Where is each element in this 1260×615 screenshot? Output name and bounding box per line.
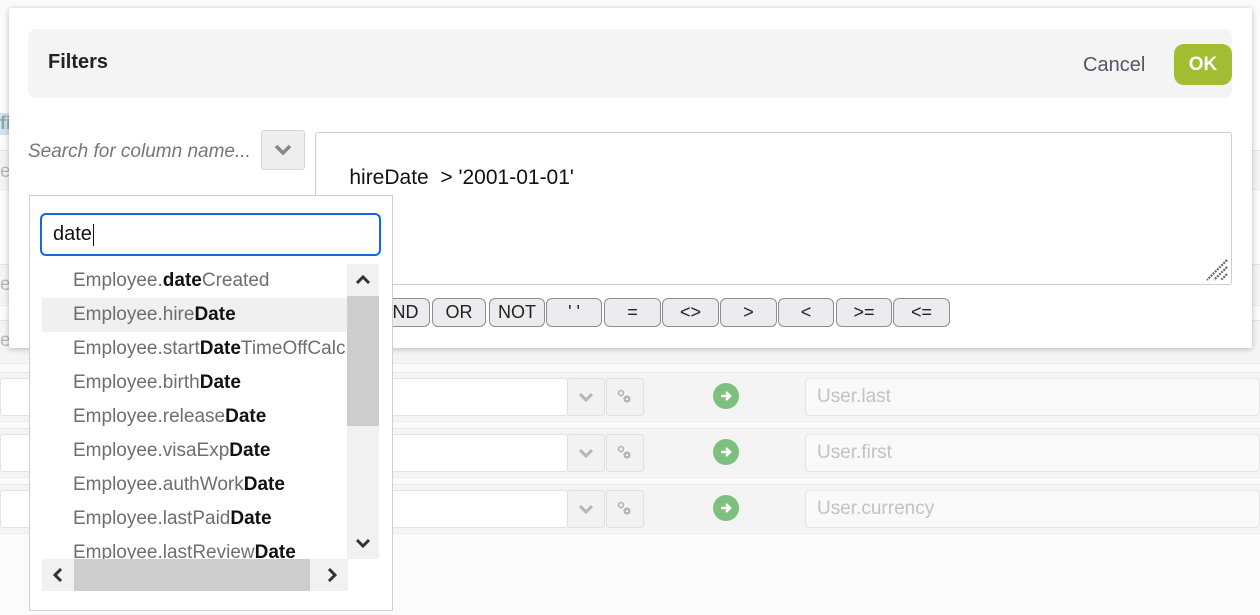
map-arrow-icon (713, 439, 739, 465)
target-field[interactable]: User.last (805, 378, 1260, 416)
item-prefix: Employee.birth (73, 372, 200, 393)
item-prefix: Employee.start (73, 338, 200, 359)
item-prefix: Employee.visaExp (73, 440, 230, 461)
operator-greater-button[interactable]: > (720, 298, 777, 327)
operator-not-equals-button[interactable]: <> (662, 298, 719, 327)
column-search-dropdown: date Employee.dateCreated Employee.hireDa… (29, 195, 393, 611)
column-search-input[interactable]: date (40, 213, 381, 256)
operator-or-button[interactable]: OR (432, 298, 486, 327)
item-prefix: Employee. (73, 270, 163, 291)
column-search-placeholder[interactable]: Search for column name... (28, 141, 251, 163)
column-result-item[interactable]: Employee.visaExpDate (42, 434, 348, 468)
scroll-left-button[interactable] (42, 559, 74, 591)
item-match-highlight: Date (199, 372, 241, 393)
chevron-up-icon (355, 275, 371, 285)
item-match-highlight: Date (225, 406, 267, 427)
gears-icon (617, 389, 631, 403)
target-field[interactable]: User.currency (805, 490, 1260, 528)
filter-expression-text: hireDate > '2001-01-01' (349, 166, 574, 189)
column-result-item[interactable]: Employee.lastPaidDate (42, 502, 348, 536)
operator-greater-equal-button[interactable]: >= (836, 298, 892, 327)
item-match-highlight: Date (254, 542, 296, 560)
gears-icon (617, 445, 631, 459)
operator-less-equal-button[interactable]: <= (893, 298, 950, 327)
chevron-down-icon (578, 448, 594, 458)
scroll-down-button[interactable] (347, 527, 379, 559)
item-suffix: Created (201, 270, 270, 291)
vertical-scrollbar[interactable] (347, 264, 379, 559)
operator-quotes-button[interactable]: ' ' (546, 298, 602, 327)
column-result-item[interactable]: Employee.birthDate (42, 366, 348, 400)
source-dropdown-button[interactable] (567, 378, 605, 416)
column-search-toggle[interactable] (261, 130, 305, 170)
map-arrow-icon (713, 383, 739, 409)
settings-button[interactable] (606, 434, 644, 472)
item-prefix: Employee.authWork (73, 474, 244, 495)
column-result-item[interactable]: Employee.hireDate (42, 298, 348, 332)
target-field[interactable]: User.first (805, 434, 1260, 472)
item-prefix: Employee.release (73, 406, 226, 427)
resize-handle-icon[interactable] (1203, 256, 1229, 282)
chevron-left-icon (53, 567, 63, 583)
item-match-highlight: date (162, 270, 202, 291)
dialog-header: Filters Cancel OK (28, 29, 1232, 98)
column-search-query: date (53, 223, 92, 245)
operator-equals-button[interactable]: = (604, 298, 661, 327)
scroll-up-button[interactable] (347, 264, 379, 296)
item-match-highlight: Date (194, 304, 236, 325)
operator-not-button[interactable]: NOT (489, 298, 545, 327)
column-result-item[interactable]: Employee.dateCreated (42, 264, 348, 298)
chevron-down-icon (355, 538, 371, 548)
text-caret (92, 223, 94, 246)
ok-button[interactable]: OK (1174, 44, 1232, 85)
source-dropdown-button[interactable] (567, 490, 605, 528)
dialog-title: Filters (48, 51, 109, 73)
chevron-right-icon (327, 567, 337, 583)
column-result-item[interactable]: Employee.startDateTimeOffCalc (42, 332, 348, 366)
vertical-scroll-thumb[interactable] (347, 296, 379, 426)
source-dropdown-button[interactable] (567, 434, 605, 472)
scroll-right-button[interactable] (316, 559, 348, 591)
horizontal-scroll-thumb[interactable] (74, 559, 310, 591)
map-arrow-icon (713, 495, 739, 521)
item-match-highlight: Date (243, 474, 285, 495)
item-match-highlight: Date (229, 440, 271, 461)
item-match-highlight: Date (199, 338, 241, 359)
chevron-down-icon (274, 144, 292, 156)
item-prefix: Employee.hire (73, 304, 195, 325)
chevron-down-icon (578, 504, 594, 514)
cancel-button[interactable]: Cancel (1083, 54, 1145, 77)
chevron-down-icon (578, 392, 594, 402)
operator-less-button[interactable]: < (778, 298, 834, 327)
column-result-item[interactable]: Employee.authWorkDate (42, 468, 348, 502)
item-suffix: TimeOffCalc (240, 338, 346, 359)
item-prefix: Employee.lastPaid (73, 508, 231, 529)
item-prefix: Employee.lastReview (73, 542, 255, 560)
gears-icon (617, 501, 631, 515)
column-result-item[interactable]: Employee.releaseDate (42, 400, 348, 434)
settings-button[interactable] (606, 490, 644, 528)
column-result-item[interactable]: Employee.lastReviewDate (42, 536, 348, 560)
filter-expression-textarea[interactable]: hireDate > '2001-01-01' (315, 132, 1232, 285)
settings-button[interactable] (606, 378, 644, 416)
column-results-list: Employee.dateCreated Employee.hireDate Emp… (42, 264, 348, 560)
item-match-highlight: Date (230, 508, 272, 529)
horizontal-scrollbar[interactable] (42, 559, 348, 591)
